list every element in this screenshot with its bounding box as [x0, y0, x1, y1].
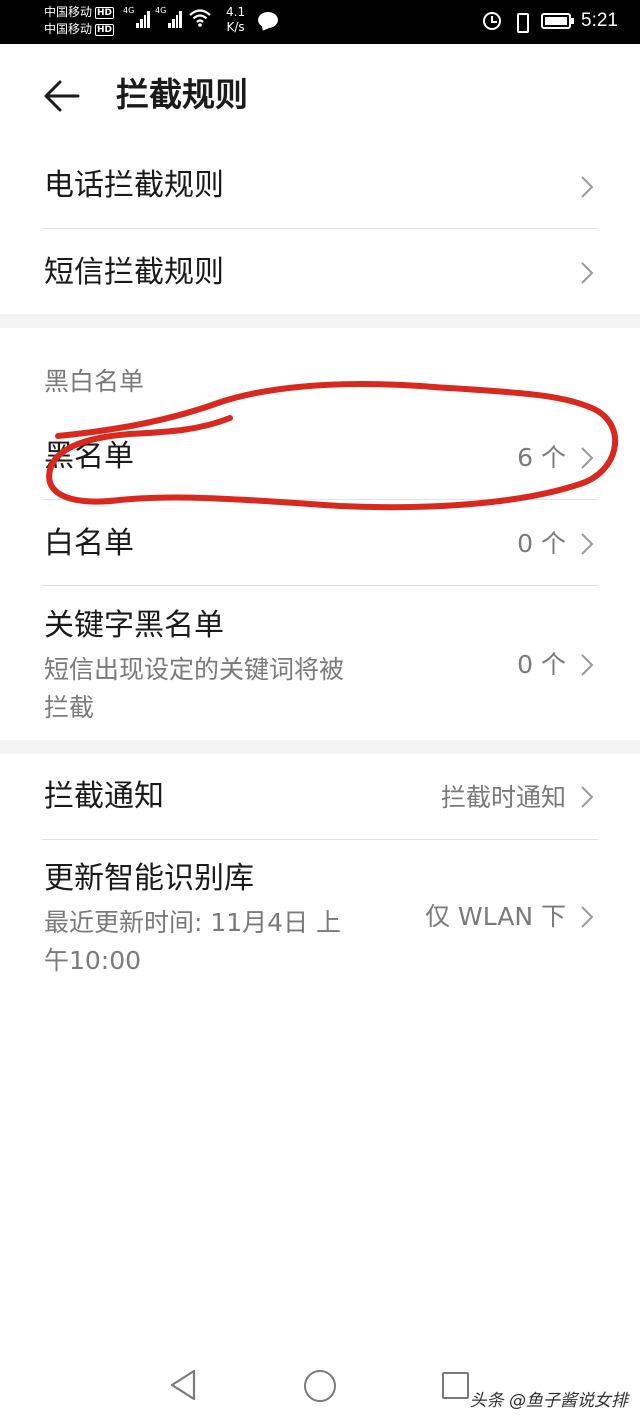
notification-value: 拦截时通知	[440, 783, 566, 812]
wifi-icon	[189, 9, 211, 27]
hd-badge: HD	[95, 6, 115, 19]
whitelist-label: 白名单	[44, 526, 134, 561]
call-rules-label: 电话拦截规则	[44, 168, 224, 203]
chevron-right-icon	[581, 786, 594, 808]
chevron-right-icon	[581, 654, 594, 676]
network-speed: 4.1 K/s	[226, 5, 245, 35]
chevron-right-icon	[581, 447, 594, 469]
update-library-value: 仅 WLAN 下	[425, 902, 566, 931]
keyword-blacklist-description-1: 短信出现设定的关键词将被	[44, 655, 345, 684]
nav-recents-icon[interactable]	[442, 1372, 469, 1399]
signal-icon: 4G	[155, 6, 182, 28]
title-bar: 拦截规则	[0, 44, 640, 148]
whitelist-count: 0 个	[517, 529, 566, 558]
navigation-bar: 头条 @鱼子酱说女排	[0, 1350, 640, 1422]
alarm-icon	[483, 12, 502, 30]
section-title-lists: 黑白名单	[44, 367, 145, 396]
clock: 5:21	[581, 10, 618, 31]
keyword-blacklist-item[interactable]: 关键字黑名单 短信出现设定的关键词将被 拦截 0 个	[0, 586, 640, 740]
keyword-blacklist-count: 0 个	[517, 650, 566, 679]
network-type-2: 4G	[155, 6, 167, 15]
carrier-1-name: 中国移动	[44, 5, 93, 19]
keyword-blacklist-label: 关键字黑名单	[44, 608, 224, 643]
notification-item[interactable]: 拦截通知 拦截时通知	[0, 754, 640, 839]
update-library-time-2: 午10:00	[44, 946, 142, 975]
update-library-label: 更新智能识别库	[44, 861, 254, 896]
battery-icon	[541, 13, 575, 29]
blacklist-item[interactable]: 黑名单 6 个	[0, 415, 640, 499]
nav-home-icon[interactable]	[304, 1370, 336, 1402]
status-bar: 中国移动 HD 中国移动 HD 4G 4G 4.1 K/s 5:21	[0, 0, 640, 44]
whitelist-item[interactable]: 白名单 0 个	[0, 500, 640, 585]
carrier-2-name: 中国移动	[44, 22, 93, 36]
chevron-right-icon	[581, 906, 594, 928]
keyword-blacklist-description-2: 拦截	[44, 693, 95, 722]
nav-back-icon[interactable]	[168, 1368, 198, 1402]
chevron-right-icon	[581, 533, 594, 555]
hd-badge: HD	[95, 23, 115, 36]
notification-label: 拦截通知	[44, 779, 164, 814]
signal-icon: 4G	[123, 6, 150, 28]
watermark: 头条 @鱼子酱说女排	[469, 1391, 628, 1411]
blacklist-label: 黑名单	[44, 439, 134, 474]
sms-rules-item[interactable]: 短信拦截规则	[0, 229, 640, 314]
update-library-time-1: 最近更新时间: 11月4日 上	[44, 908, 342, 937]
signal-icons: 4G 4G	[123, 6, 212, 28]
update-library-item[interactable]: 更新智能识别库 最近更新时间: 11月4日 上 午10:00 仅 WLAN 下	[0, 840, 640, 990]
sms-rules-label: 短信拦截规则	[44, 255, 224, 290]
chevron-right-icon	[581, 262, 594, 284]
network-type-1: 4G	[123, 6, 135, 15]
back-button[interactable]	[40, 74, 84, 118]
message-bubble-icon	[258, 12, 278, 28]
back-arrow-icon	[44, 80, 80, 112]
page-title: 拦截规则	[116, 75, 248, 114]
speed-unit: K/s	[226, 20, 245, 34]
section-gap	[0, 314, 640, 328]
speed-value: 4.1	[226, 5, 246, 19]
vibrate-icon	[511, 12, 531, 33]
carrier-info: 中国移动 HD 中国移动 HD	[44, 4, 115, 38]
blacklist-count: 6 个	[517, 443, 566, 472]
status-right: 5:21	[483, 10, 618, 33]
section-gap	[0, 740, 640, 754]
chevron-right-icon	[581, 176, 594, 198]
call-rules-item[interactable]: 电话拦截规则	[0, 148, 640, 228]
